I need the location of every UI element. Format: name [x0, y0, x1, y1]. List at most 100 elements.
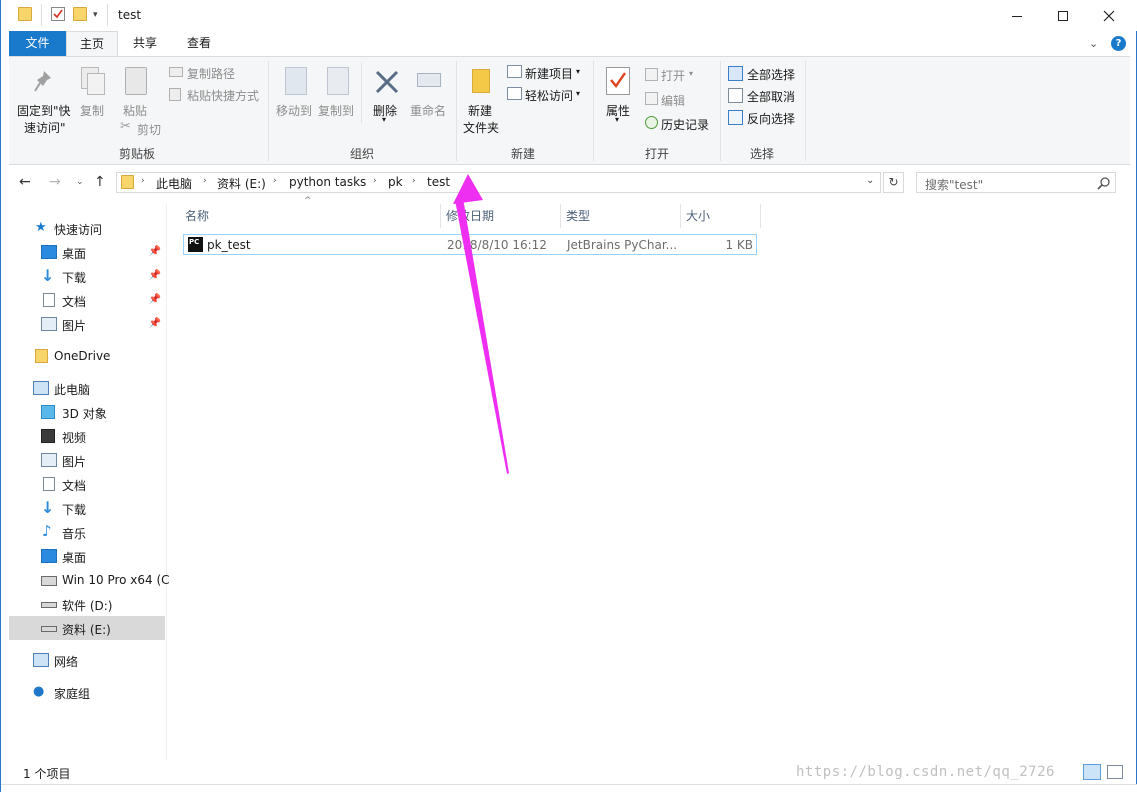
nav-homegroup[interactable]: ● 家庭组	[9, 680, 165, 704]
pin-icon[interactable]: 📌	[149, 270, 161, 281]
maximize-button[interactable]	[1040, 0, 1086, 31]
properties-dropdown-icon[interactable]: ▾	[615, 115, 619, 124]
file-name: pk_test	[207, 238, 251, 252]
properties-quick-icon[interactable]	[51, 7, 65, 21]
folder-icon	[35, 349, 48, 363]
nav-quick-access[interactable]: ★ 快速访问	[9, 216, 165, 240]
easy-access-icon	[507, 87, 522, 100]
column-header-size[interactable]: 大小	[681, 204, 761, 228]
download-arrow-icon: ↓	[41, 266, 55, 285]
expand-ribbon-chevron-icon[interactable]: ⌄	[1089, 37, 1098, 50]
new-item-icon	[507, 65, 522, 78]
nav-drive-c[interactable]: Win 10 Pro x64 (C	[9, 568, 170, 592]
title-bar: ▾ test	[1, 0, 1137, 31]
breadcrumb-chevron-icon[interactable]: ›	[273, 176, 277, 186]
new-folder-quick-icon[interactable]	[73, 7, 87, 21]
group-label-open: 打开	[645, 147, 670, 161]
select-none-label: 全部取消	[747, 90, 796, 104]
bottom-edge	[1, 784, 1137, 792]
nav-desktop-pc[interactable]: 桌面	[9, 544, 165, 568]
move-to-icon	[285, 67, 307, 95]
search-icon[interactable]	[1097, 176, 1111, 190]
breadcrumb-drive-e[interactable]: 资料 (E:)	[217, 175, 266, 192]
help-icon[interactable]: ?	[1111, 36, 1126, 51]
history-icon	[645, 116, 658, 129]
watermark: https://blog.csdn.net/qq_2726	[796, 764, 1055, 780]
pin-icon[interactable]: 📌	[149, 294, 161, 305]
delete-dropdown-icon[interactable]: ▾	[382, 115, 386, 124]
navigation-pane: ★ 快速访问 桌面 📌 ↓ 下载 📌 文档 📌 图片 📌 OneDrive 此电…	[9, 204, 170, 760]
up-arrow-icon[interactable]: ↑	[94, 174, 106, 190]
nav-this-pc[interactable]: 此电脑	[9, 376, 165, 400]
column-header-name[interactable]: 名称	[180, 204, 441, 228]
breadcrumb-chevron-icon[interactable]: ›	[373, 176, 377, 186]
nav-desktop-pc-label: 桌面	[62, 551, 87, 565]
forward-arrow-icon[interactable]: →	[49, 174, 61, 190]
drive-icon	[41, 626, 57, 632]
nav-network[interactable]: 网络	[9, 648, 165, 672]
tab-share[interactable]: 共享	[121, 31, 169, 56]
close-button[interactable]	[1086, 0, 1132, 31]
copy-label: 复制	[80, 104, 105, 118]
paste-shortcut-label: 粘贴快捷方式	[187, 89, 260, 103]
nav-desktop[interactable]: 桌面 📌	[9, 240, 165, 264]
document-icon	[43, 293, 55, 307]
pin-label-line1: 固定到"快	[17, 104, 71, 118]
copy-icon-back	[87, 73, 105, 95]
ribbon: 固定到"快 速访问" 复制 粘贴 复制路径 粘贴快捷方式 ✂ 剪切 剪贴板 移动…	[9, 56, 1130, 165]
annotation-arrow	[453, 174, 509, 474]
copy-to-label: 复制到	[318, 104, 355, 118]
nav-videos-label: 视频	[62, 431, 87, 445]
tab-view[interactable]: 查看	[175, 31, 223, 56]
minimize-button[interactable]	[994, 0, 1040, 31]
desktop-icon	[41, 245, 57, 259]
pin-icon[interactable]: 📌	[149, 318, 161, 329]
nav-downloads[interactable]: ↓ 下载 📌	[9, 264, 165, 288]
easy-access-dropdown-icon[interactable]: ▾	[576, 89, 580, 98]
scissors-icon: ✂	[120, 119, 131, 134]
nav-3d-objects[interactable]: 3D 对象	[9, 400, 165, 424]
copy-to-icon	[327, 67, 349, 95]
back-arrow-icon[interactable]: ←	[19, 174, 31, 190]
nav-documents[interactable]: 文档 📌	[9, 288, 165, 312]
nav-drive-d-label: 软件 (D:)	[62, 599, 113, 613]
homegroup-icon: ●	[33, 684, 45, 699]
tab-file[interactable]: 文件	[9, 31, 66, 56]
large-icons-view-icon[interactable]	[1107, 765, 1123, 779]
nav-pictures-pc-label: 图片	[62, 455, 87, 469]
paste-label: 粘贴	[123, 104, 148, 118]
open-dropdown-icon[interactable]: ▾	[689, 69, 693, 78]
breadcrumb-pk[interactable]: pk	[388, 175, 403, 189]
nav-pictures-pc[interactable]: 图片	[9, 448, 165, 472]
breadcrumb-chevron-icon[interactable]: ›	[412, 176, 416, 186]
group-separator	[805, 61, 806, 161]
pin-icon[interactable]: 📌	[149, 246, 161, 257]
nav-quick-access-label: 快速访问	[54, 223, 103, 237]
nav-drive-d[interactable]: 软件 (D:)	[9, 592, 165, 616]
divider	[41, 4, 42, 26]
nav-videos[interactable]: 视频	[9, 424, 165, 448]
pycharm-file-icon: PC	[188, 237, 203, 252]
breadcrumb-this-pc[interactable]: 此电脑	[156, 175, 192, 192]
column-header-type[interactable]: 类型	[561, 204, 681, 228]
nav-downloads-pc[interactable]: ↓ 下载	[9, 496, 165, 520]
new-item-dropdown-icon[interactable]: ▾	[576, 67, 580, 76]
tab-home[interactable]: 主页	[66, 31, 118, 57]
nav-pictures[interactable]: 图片 📌	[9, 312, 165, 336]
customize-toolbar-chevron-icon[interactable]: ▾	[93, 10, 98, 20]
nav-music[interactable]: ♪ 音乐	[9, 520, 165, 544]
nav-network-label: 网络	[54, 655, 79, 669]
refresh-icon[interactable]: ↻	[883, 172, 904, 193]
rename-icon	[417, 73, 441, 87]
details-view-icon[interactable]	[1083, 764, 1101, 780]
breadcrumb-python-tasks[interactable]: python tasks	[289, 175, 366, 189]
nav-drive-e[interactable]: 资料 (E:)	[9, 616, 165, 640]
drive-icon	[41, 576, 57, 586]
recent-locations-chevron-icon[interactable]: ⌄	[76, 177, 84, 187]
breadcrumb-chevron-icon[interactable]: ›	[203, 176, 207, 186]
address-dropdown-icon[interactable]: ⌄	[866, 175, 874, 186]
nav-onedrive[interactable]: OneDrive	[9, 344, 165, 368]
search-box[interactable]: 搜索"test"	[916, 172, 1116, 193]
breadcrumb-chevron-icon[interactable]: ›	[141, 176, 145, 186]
nav-documents-pc[interactable]: 文档	[9, 472, 165, 496]
